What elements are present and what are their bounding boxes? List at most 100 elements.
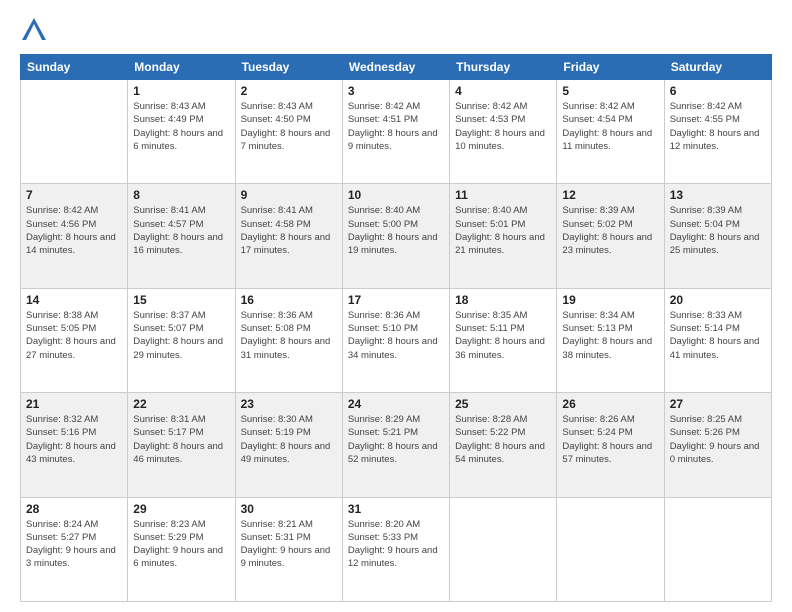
- day-info: Sunrise: 8:30 AMSunset: 5:19 PMDaylight:…: [241, 413, 337, 466]
- day-info: Sunrise: 8:42 AMSunset: 4:53 PMDaylight:…: [455, 100, 551, 153]
- day-info: Sunrise: 8:36 AMSunset: 5:10 PMDaylight:…: [348, 309, 444, 362]
- calendar-cell: 25 Sunrise: 8:28 AMSunset: 5:22 PMDayligh…: [450, 393, 557, 497]
- day-info: Sunrise: 8:35 AMSunset: 5:11 PMDaylight:…: [455, 309, 551, 362]
- day-info: Sunrise: 8:40 AMSunset: 5:01 PMDaylight:…: [455, 204, 551, 257]
- day-number: 10: [348, 188, 444, 202]
- calendar-week-row: 1 Sunrise: 8:43 AMSunset: 4:49 PMDaylight…: [21, 80, 772, 184]
- day-info: Sunrise: 8:29 AMSunset: 5:21 PMDaylight:…: [348, 413, 444, 466]
- calendar-cell: [557, 497, 664, 601]
- day-info: Sunrise: 8:39 AMSunset: 5:02 PMDaylight:…: [562, 204, 658, 257]
- day-number: 14: [26, 293, 122, 307]
- header: [20, 16, 772, 44]
- day-info: Sunrise: 8:38 AMSunset: 5:05 PMDaylight:…: [26, 309, 122, 362]
- day-info: Sunrise: 8:41 AMSunset: 4:57 PMDaylight:…: [133, 204, 229, 257]
- day-info: Sunrise: 8:39 AMSunset: 5:04 PMDaylight:…: [670, 204, 766, 257]
- calendar-cell: 29Sunrise: 8:23 AMSunset: 5:29 PMDayligh…: [128, 497, 235, 601]
- day-number: 19: [562, 293, 658, 307]
- calendar-cell: 7 Sunrise: 8:42 AMSunset: 4:56 PMDaylight…: [21, 184, 128, 288]
- calendar-cell: 28 Sunrise: 8:24 AMSunset: 5:27 PMDayligh…: [21, 497, 128, 601]
- day-number: 18: [455, 293, 551, 307]
- day-number: 30: [241, 502, 337, 516]
- weekday-header-wednesday: Wednesday: [342, 55, 449, 80]
- day-number: 22: [133, 397, 229, 411]
- day-info: Sunrise: 8:21 AMSunset: 5:31 PMDaylight:…: [241, 518, 337, 571]
- day-number: 3: [348, 84, 444, 98]
- calendar-week-row: 28 Sunrise: 8:24 AMSunset: 5:27 PMDayligh…: [21, 497, 772, 601]
- day-number: 9: [241, 188, 337, 202]
- calendar-cell: 15 Sunrise: 8:37 AMSunset: 5:07 PMDayligh…: [128, 288, 235, 392]
- calendar-cell: [21, 80, 128, 184]
- day-number: 16: [241, 293, 337, 307]
- day-number: 21: [26, 397, 122, 411]
- calendar-cell: 30 Sunrise: 8:21 AMSunset: 5:31 PMDayligh…: [235, 497, 342, 601]
- calendar-cell: 9 Sunrise: 8:41 AMSunset: 4:58 PMDaylight…: [235, 184, 342, 288]
- weekday-header-monday: Monday: [128, 55, 235, 80]
- weekday-header-thursday: Thursday: [450, 55, 557, 80]
- calendar-cell: 12Sunrise: 8:39 AMSunset: 5:02 PMDayligh…: [557, 184, 664, 288]
- calendar-cell: 2 Sunrise: 8:43 AMSunset: 4:50 PMDaylight…: [235, 80, 342, 184]
- logo: [20, 16, 52, 44]
- calendar-cell: [664, 497, 771, 601]
- day-info: Sunrise: 8:41 AMSunset: 4:58 PMDaylight:…: [241, 204, 337, 257]
- day-info: Sunrise: 8:24 AMSunset: 5:27 PMDaylight:…: [26, 518, 122, 571]
- calendar-cell: 14 Sunrise: 8:38 AMSunset: 5:05 PMDayligh…: [21, 288, 128, 392]
- calendar-cell: 17 Sunrise: 8:36 AMSunset: 5:10 PMDayligh…: [342, 288, 449, 392]
- weekday-header-sunday: Sunday: [21, 55, 128, 80]
- day-info: Sunrise: 8:32 AMSunset: 5:16 PMDaylight:…: [26, 413, 122, 466]
- day-number: 29: [133, 502, 229, 516]
- calendar-page: SundayMondayTuesdayWednesdayThursdayFrid…: [0, 0, 792, 612]
- day-info: Sunrise: 8:40 AMSunset: 5:00 PMDaylight:…: [348, 204, 444, 257]
- calendar-cell: 3Sunrise: 8:42 AMSunset: 4:51 PMDaylight…: [342, 80, 449, 184]
- day-info: Sunrise: 8:37 AMSunset: 5:07 PMDaylight:…: [133, 309, 229, 362]
- day-info: Sunrise: 8:26 AMSunset: 5:24 PMDaylight:…: [562, 413, 658, 466]
- day-info: Sunrise: 8:25 AMSunset: 5:26 PMDaylight:…: [670, 413, 766, 466]
- calendar-cell: 21 Sunrise: 8:32 AMSunset: 5:16 PMDayligh…: [21, 393, 128, 497]
- calendar-cell: 18 Sunrise: 8:35 AMSunset: 5:11 PMDayligh…: [450, 288, 557, 392]
- day-number: 6: [670, 84, 766, 98]
- calendar-cell: [450, 497, 557, 601]
- calendar-cell: 1 Sunrise: 8:43 AMSunset: 4:49 PMDaylight…: [128, 80, 235, 184]
- day-number: 17: [348, 293, 444, 307]
- day-number: 5: [562, 84, 658, 98]
- calendar-cell: 6 Sunrise: 8:42 AMSunset: 4:55 PMDaylight…: [664, 80, 771, 184]
- day-info: Sunrise: 8:43 AMSunset: 4:49 PMDaylight:…: [133, 100, 229, 153]
- day-number: 2: [241, 84, 337, 98]
- day-info: Sunrise: 8:28 AMSunset: 5:22 PMDaylight:…: [455, 413, 551, 466]
- day-number: 28: [26, 502, 122, 516]
- day-number: 8: [133, 188, 229, 202]
- calendar-table: SundayMondayTuesdayWednesdayThursdayFrid…: [20, 54, 772, 602]
- calendar-cell: 19 Sunrise: 8:34 AMSunset: 5:13 PMDayligh…: [557, 288, 664, 392]
- calendar-cell: 4 Sunrise: 8:42 AMSunset: 4:53 PMDaylight…: [450, 80, 557, 184]
- day-number: 13: [670, 188, 766, 202]
- calendar-cell: 24 Sunrise: 8:29 AMSunset: 5:21 PMDayligh…: [342, 393, 449, 497]
- calendar-cell: 20 Sunrise: 8:33 AMSunset: 5:14 PMDayligh…: [664, 288, 771, 392]
- day-info: Sunrise: 8:42 AMSunset: 4:55 PMDaylight:…: [670, 100, 766, 153]
- day-number: 23: [241, 397, 337, 411]
- day-number: 11: [455, 188, 551, 202]
- calendar-cell: 22Sunrise: 8:31 AMSunset: 5:17 PMDayligh…: [128, 393, 235, 497]
- day-info: Sunrise: 8:34 AMSunset: 5:13 PMDaylight:…: [562, 309, 658, 362]
- day-number: 1: [133, 84, 229, 98]
- day-info: Sunrise: 8:36 AMSunset: 5:08 PMDaylight:…: [241, 309, 337, 362]
- calendar-cell: 16 Sunrise: 8:36 AMSunset: 5:08 PMDayligh…: [235, 288, 342, 392]
- day-number: 31: [348, 502, 444, 516]
- day-info: Sunrise: 8:42 AMSunset: 4:56 PMDaylight:…: [26, 204, 122, 257]
- calendar-cell: 23 Sunrise: 8:30 AMSunset: 5:19 PMDayligh…: [235, 393, 342, 497]
- day-number: 4: [455, 84, 551, 98]
- calendar-week-row: 21 Sunrise: 8:32 AMSunset: 5:16 PMDayligh…: [21, 393, 772, 497]
- logo-icon: [20, 16, 48, 44]
- day-number: 26: [562, 397, 658, 411]
- day-number: 25: [455, 397, 551, 411]
- calendar-cell: 13 Sunrise: 8:39 AMSunset: 5:04 PMDayligh…: [664, 184, 771, 288]
- calendar-cell: 10 Sunrise: 8:40 AMSunset: 5:00 PMDayligh…: [342, 184, 449, 288]
- calendar-cell: 8 Sunrise: 8:41 AMSunset: 4:57 PMDaylight…: [128, 184, 235, 288]
- day-number: 20: [670, 293, 766, 307]
- day-info: Sunrise: 8:43 AMSunset: 4:50 PMDaylight:…: [241, 100, 337, 153]
- day-info: Sunrise: 8:42 AMSunset: 4:54 PMDaylight:…: [562, 100, 658, 153]
- day-number: 7: [26, 188, 122, 202]
- day-number: 15: [133, 293, 229, 307]
- day-number: 24: [348, 397, 444, 411]
- day-info: Sunrise: 8:33 AMSunset: 5:14 PMDaylight:…: [670, 309, 766, 362]
- weekday-header-saturday: Saturday: [664, 55, 771, 80]
- day-info: Sunrise: 8:20 AMSunset: 5:33 PMDaylight:…: [348, 518, 444, 571]
